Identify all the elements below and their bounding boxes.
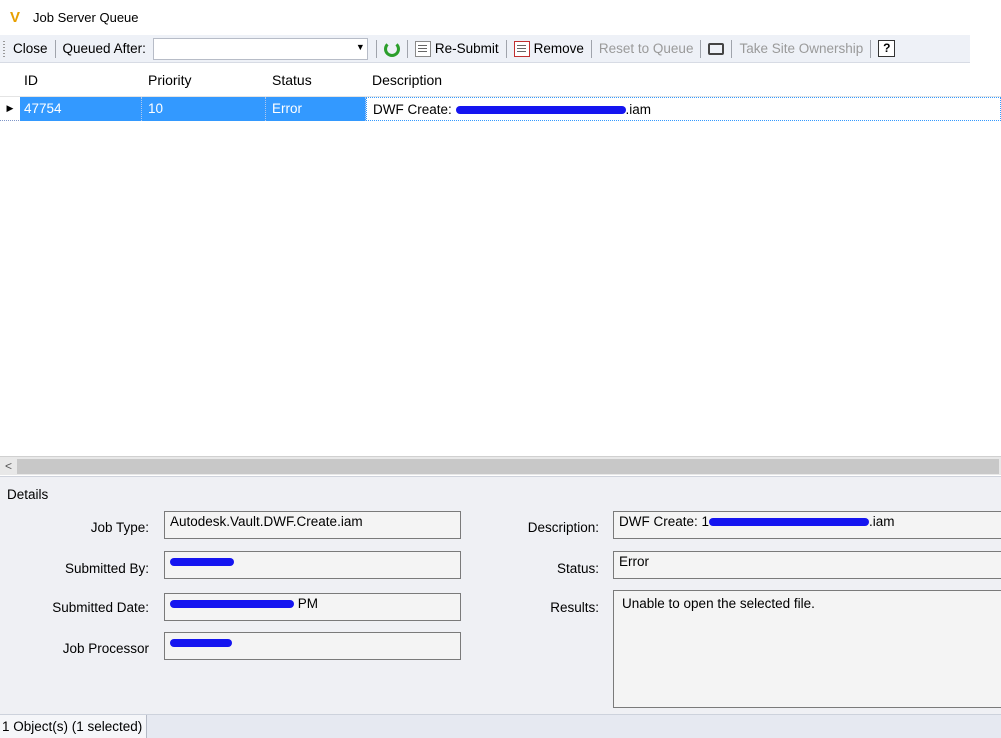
print-button[interactable] [703, 38, 729, 60]
status-label: Status: [556, 561, 599, 576]
cell-priority[interactable]: 10 [142, 96, 266, 121]
toolbar-separator [731, 39, 733, 58]
toolbar-separator [54, 39, 56, 58]
title-bar: V Job Server Queue [0, 0, 1001, 35]
queued-after-dropdown[interactable]: ▼ [152, 37, 368, 60]
description-prefix: DWF Create: 1 [619, 514, 710, 529]
submitted-date-label: Submitted Date: [52, 600, 149, 615]
toolbar-separator [870, 39, 872, 58]
column-header-id[interactable]: ID [20, 72, 142, 88]
printer-icon [708, 42, 725, 55]
results-label: Results: [550, 600, 599, 615]
toolbar-separator [590, 39, 592, 58]
redaction-mark [170, 639, 232, 648]
submitted-by-label: Submitted By: [64, 561, 149, 576]
job-processor-label: Job Processor [62, 641, 149, 656]
description-suffix: .iam [869, 514, 895, 529]
job-type-label: Job Type: [90, 520, 149, 535]
window-title: Job Server Queue [33, 10, 139, 25]
current-row-arrow-icon: ▶ [6, 103, 14, 113]
toolbar: Close Queued After: ▼ Re-Submit Remove R… [0, 35, 970, 63]
cell-status[interactable]: Error [266, 96, 366, 121]
scrollbar-thumb[interactable] [17, 458, 999, 474]
grid-header: ID Priority Status Description [0, 63, 1001, 97]
refresh-icon [383, 40, 400, 57]
job-type-field: Autodesk.Vault.DWF.Create.iam [164, 511, 461, 539]
submitted-by-field [164, 551, 461, 579]
close-button[interactable]: Close [8, 38, 53, 60]
cell-description-prefix: DWF Create: [373, 101, 456, 117]
remove-icon [513, 40, 530, 57]
help-icon: ? [878, 40, 896, 57]
selection-count-text: 1 Object(s) (1 selected) [0, 715, 148, 738]
redaction-mark [709, 518, 870, 527]
status-field: Error [613, 551, 1001, 579]
toolbar-separator [406, 39, 408, 58]
refresh-button[interactable] [379, 38, 405, 60]
column-header-priority[interactable]: Priority [142, 72, 266, 88]
cell-description[interactable]: DWF Create: .iam [366, 96, 1001, 121]
submitted-date-field: PM [164, 593, 461, 621]
description-label: Description: [527, 520, 599, 535]
cell-id[interactable]: 47754 [20, 96, 142, 121]
results-field: Unable to open the selected file. [613, 590, 1001, 708]
toolbar-separator [375, 39, 377, 58]
toolbar-grip[interactable] [3, 40, 5, 57]
description-field: DWF Create: 1 .iam [613, 511, 1001, 539]
redaction-mark [455, 105, 626, 114]
remove-button[interactable]: Remove [509, 38, 589, 60]
toolbar-separator [700, 39, 702, 58]
column-header-status[interactable]: Status [266, 72, 366, 88]
redaction-mark [170, 600, 294, 609]
job-queue-grid: ID Priority Status Description ▶ 47754 1… [0, 63, 1001, 456]
details-heading: Details [7, 487, 49, 502]
help-button[interactable]: ? [873, 38, 900, 60]
dropdown-arrow-icon[interactable]: ▼ [356, 42, 365, 52]
remove-label: Remove [533, 41, 584, 56]
resubmit-button[interactable]: Re-Submit [410, 38, 504, 60]
table-row[interactable]: ▶ 47754 10 Error DWF Create: .iam [0, 96, 1001, 121]
column-header-description[interactable]: Description [366, 72, 1001, 88]
toolbar-separator [505, 39, 507, 58]
status-bar: 1 Object(s) (1 selected) [0, 714, 1001, 738]
details-panel: Details Job Type: Autodesk.Vault.DWF.Cre… [0, 476, 1001, 714]
cell-description-suffix: .iam [625, 101, 652, 117]
vault-logo-icon: V [10, 8, 21, 26]
job-processor-field [164, 632, 461, 660]
resubmit-label: Re-Submit [434, 41, 499, 56]
submitted-date-suffix: PM [297, 596, 319, 611]
reset-to-queue-button[interactable]: Reset to Queue [594, 38, 699, 60]
queued-after-label: Queued After: [62, 41, 146, 56]
horizontal-scrollbar[interactable]: < [0, 456, 1001, 475]
take-site-ownership-button[interactable]: Take Site Ownership [734, 38, 868, 60]
scroll-left-arrow-icon[interactable]: < [0, 459, 17, 473]
resubmit-icon [414, 40, 431, 57]
redaction-mark [170, 558, 234, 567]
